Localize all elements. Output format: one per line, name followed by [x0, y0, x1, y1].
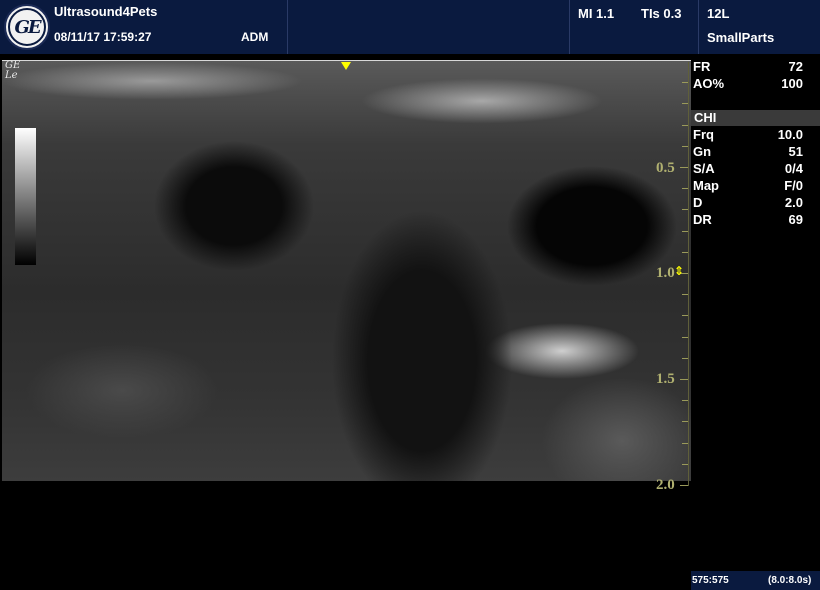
param-row-fr: FR 72: [693, 59, 817, 75]
clinic-name: Ultrasound4Pets: [54, 4, 158, 19]
depth-tick: [682, 145, 688, 147]
header-divider: [698, 0, 699, 54]
ge-logo-text: GE: [8, 8, 46, 46]
cine-frame-counter: 575:575: [692, 575, 729, 586]
param-value: F/0: [784, 178, 803, 193]
ultrasound-image[interactable]: [2, 61, 691, 481]
depth-tick: [680, 485, 688, 486]
depth-label: 1.5: [656, 371, 675, 387]
param-row-sa: S/A 0/4: [693, 161, 817, 177]
grayscale-bar: [15, 128, 36, 265]
depth-tick: [682, 400, 688, 402]
param-value: 69: [788, 212, 803, 227]
probe-name: 12L: [707, 6, 730, 21]
ge-logo: GE: [4, 4, 50, 50]
param-key: FR: [693, 59, 711, 74]
param-key: D: [693, 195, 703, 210]
param-key: Frq: [693, 127, 714, 142]
param-key: S/A: [693, 161, 715, 176]
depth-label: 2.0: [656, 477, 675, 493]
preset-name: SmallParts: [707, 30, 775, 45]
param-row-dr: DR 69: [693, 212, 817, 228]
param-value: 10.0: [777, 127, 803, 142]
cine-duration: (8.0:8.0s): [768, 575, 812, 586]
param-row-d: D 2.0: [693, 195, 817, 211]
param-value: 2.0: [784, 195, 803, 210]
param-row-map: Map F/0: [693, 178, 817, 194]
mode-label: CHI: [694, 110, 717, 125]
depth-label: 0.5: [656, 160, 675, 176]
param-value: 51: [788, 144, 803, 159]
param-key: DR: [693, 212, 712, 227]
exam-datetime: 08/11/17 17:59:27: [54, 30, 152, 44]
header-divider: [569, 0, 570, 54]
depth-tick: [682, 442, 688, 444]
depth-tick: [682, 294, 688, 296]
param-key: Map: [693, 178, 719, 193]
header-divider: [287, 0, 288, 54]
depth-tick: [682, 336, 688, 338]
depth-tick: [682, 251, 688, 253]
depth-scale-line: [688, 62, 689, 486]
param-value: 100: [781, 76, 803, 91]
depth-tick: [682, 188, 688, 190]
param-row-frq: Frq 10.0: [693, 127, 817, 143]
probe-orientation-mark: GE Le: [5, 61, 20, 81]
param-key: Gn: [693, 144, 712, 159]
depth-tick: [682, 103, 688, 105]
param-row-ao: AO% 100: [693, 76, 817, 92]
depth-tick: [680, 167, 688, 168]
depth-tick: [682, 82, 688, 84]
focal-zone-icon[interactable]: ⇕: [674, 265, 684, 277]
param-row-gn: Gn 51: [693, 144, 817, 160]
depth-tick: [682, 421, 688, 423]
mode-bar-chi: CHI: [691, 110, 820, 126]
mechanical-index: MI 1.1: [578, 6, 615, 21]
orientation-label-le: Le: [5, 70, 18, 81]
param-value: 0/4: [784, 161, 803, 176]
depth-tick: [682, 230, 688, 232]
thermal-index: TIs 0.3: [641, 6, 682, 21]
depth-tick: [682, 209, 688, 211]
depth-tick: [682, 463, 688, 465]
depth-tick: [682, 315, 688, 317]
focus-position-marker-icon[interactable]: [341, 62, 351, 70]
header-bar: GE Ultrasound4Pets 08/11/17 17:59:27 ADM…: [0, 0, 820, 54]
depth-tick: [682, 357, 688, 359]
param-value: 72: [788, 59, 803, 74]
param-key: AO%: [693, 76, 725, 91]
operator-id: ADM: [241, 30, 269, 44]
depth-tick: [680, 379, 688, 380]
depth-tick: [682, 124, 688, 126]
depth-label: 1.0: [656, 265, 675, 281]
